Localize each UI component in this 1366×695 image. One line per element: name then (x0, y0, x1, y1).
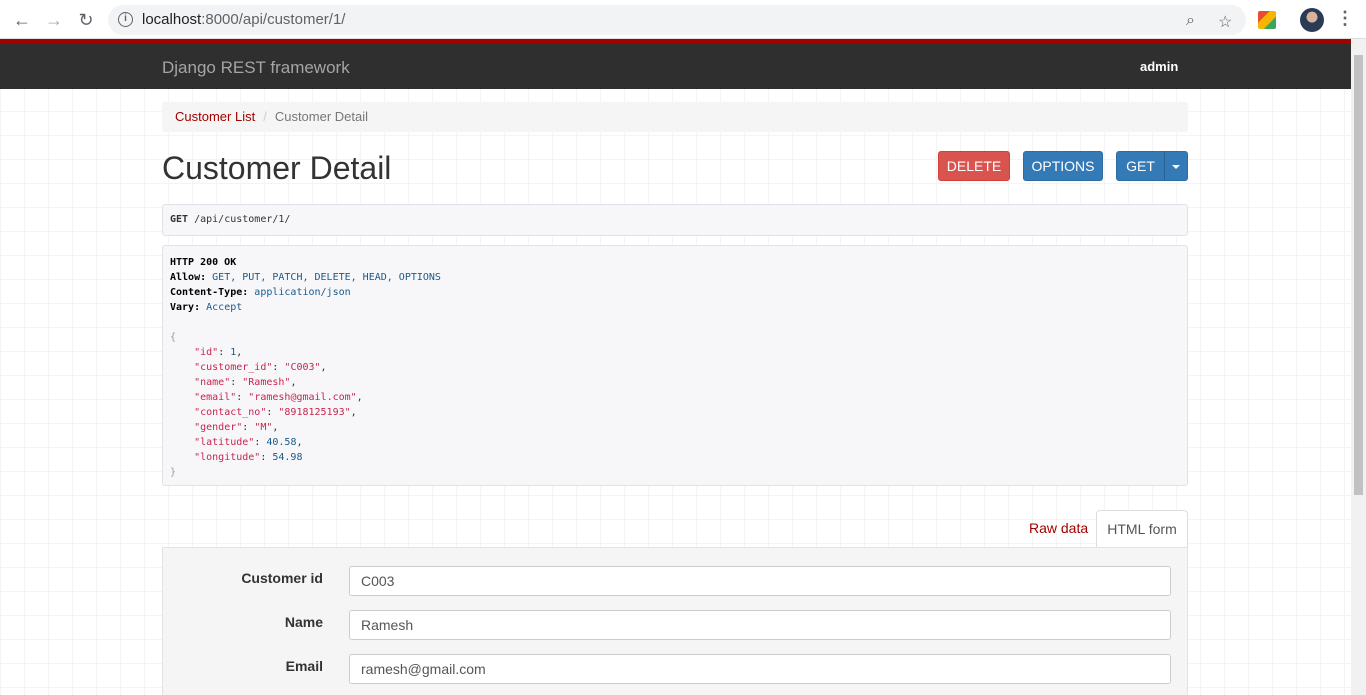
json-key: "contact_no" (194, 407, 267, 418)
json-value: "ramesh@gmail.com" (248, 392, 357, 403)
header-name: Vary (170, 302, 195, 313)
json-value: 1 (230, 347, 237, 358)
bookmark-star-icon[interactable]: ☆ (1218, 12, 1232, 32)
html-form: Customer id Name Email (162, 547, 1188, 695)
json-key: "email" (194, 392, 237, 403)
form-tabs: Raw data HTML form (162, 510, 1188, 548)
request-method: GET (170, 214, 189, 225)
json-value: "C003" (284, 362, 321, 373)
header-name: Allow (170, 272, 201, 283)
json-key: "name" (194, 377, 231, 388)
info-icon[interactable]: i (118, 12, 133, 27)
json-value: "8918125193" (278, 407, 351, 418)
customer-id-label: Customer id (241, 570, 323, 586)
header-name: Content-Type (170, 287, 243, 298)
zoom-icon[interactable]: ⌕ (1186, 12, 1195, 30)
options-button[interactable]: OPTIONS (1023, 151, 1103, 181)
address-bar[interactable]: i localhost:8000/api/customer/1/ ⌕ ☆ (108, 5, 1246, 35)
menu-kebab-icon[interactable]: ⋮ (1336, 8, 1354, 29)
name-label: Name (284, 614, 323, 630)
form-row-email: Email (163, 654, 1189, 686)
email-label: Email (285, 658, 323, 674)
breadcrumb-customer-detail: Customer Detail (274, 109, 369, 124)
request-info: GET /api/customer/1/ (162, 204, 1188, 236)
customer-id-input[interactable] (349, 566, 1171, 596)
header-value: application/json (254, 287, 351, 298)
json-key: "id" (194, 347, 219, 358)
breadcrumb: Customer List / Customer Detail (162, 102, 1188, 132)
form-row-name: Name (163, 610, 1189, 642)
page-viewport: Django REST framework admin Customer Lis… (0, 39, 1351, 695)
response-status: HTTP 200 OK (170, 257, 237, 268)
name-input[interactable] (349, 610, 1171, 640)
get-format-dropdown[interactable] (1164, 151, 1188, 181)
json-key: "gender" (194, 422, 243, 433)
page-title: Customer Detail (162, 150, 392, 186)
browser-toolbar: ← → ↻ i localhost:8000/api/customer/1/ ⌕… (0, 0, 1366, 39)
tab-html-form[interactable]: HTML form (1096, 510, 1188, 548)
forward-arrow-icon[interactable]: → (42, 8, 66, 32)
header-value: GET, PUT, PATCH, DELETE, HEAD, OPTIONS (212, 272, 441, 283)
breadcrumb-customer-list[interactable]: Customer List (175, 109, 255, 124)
reload-icon[interactable]: ↻ (74, 8, 98, 32)
form-row-customer-id: Customer id (163, 566, 1189, 598)
delete-button[interactable]: DELETE (938, 151, 1010, 181)
user-menu[interactable]: admin (1140, 59, 1178, 74)
tab-raw-data[interactable]: Raw data (1015, 510, 1102, 548)
email-input[interactable] (349, 654, 1171, 684)
caret-down-icon (1172, 165, 1180, 170)
get-button[interactable]: GET (1116, 151, 1165, 181)
request-path: /api/customer/1/ (194, 214, 291, 225)
json-key: "latitude" (194, 437, 255, 448)
json-value: "Ramesh" (242, 377, 291, 388)
scrollbar[interactable] (1351, 39, 1366, 695)
json-value: "M" (254, 422, 273, 433)
breadcrumb-separator: / (263, 109, 267, 124)
back-arrow-icon[interactable]: ← (10, 8, 34, 32)
scrollbar-thumb[interactable] (1354, 55, 1363, 495)
url-text: localhost:8000/api/customer/1/ (142, 11, 346, 28)
navbar: Django REST framework admin (0, 44, 1351, 89)
brand-link[interactable]: Django REST framework (162, 58, 350, 78)
extension-icon[interactable] (1258, 11, 1276, 29)
json-key: "longitude" (194, 452, 261, 463)
response-info: HTTP 200 OK Allow: GET, PUT, PATCH, DELE… (162, 245, 1188, 486)
profile-avatar[interactable] (1300, 8, 1324, 32)
json-key: "customer_id" (194, 362, 273, 373)
json-value: 54.98 (272, 452, 303, 463)
json-value: 40.58 (266, 437, 297, 448)
header-value: Accept (206, 302, 243, 313)
